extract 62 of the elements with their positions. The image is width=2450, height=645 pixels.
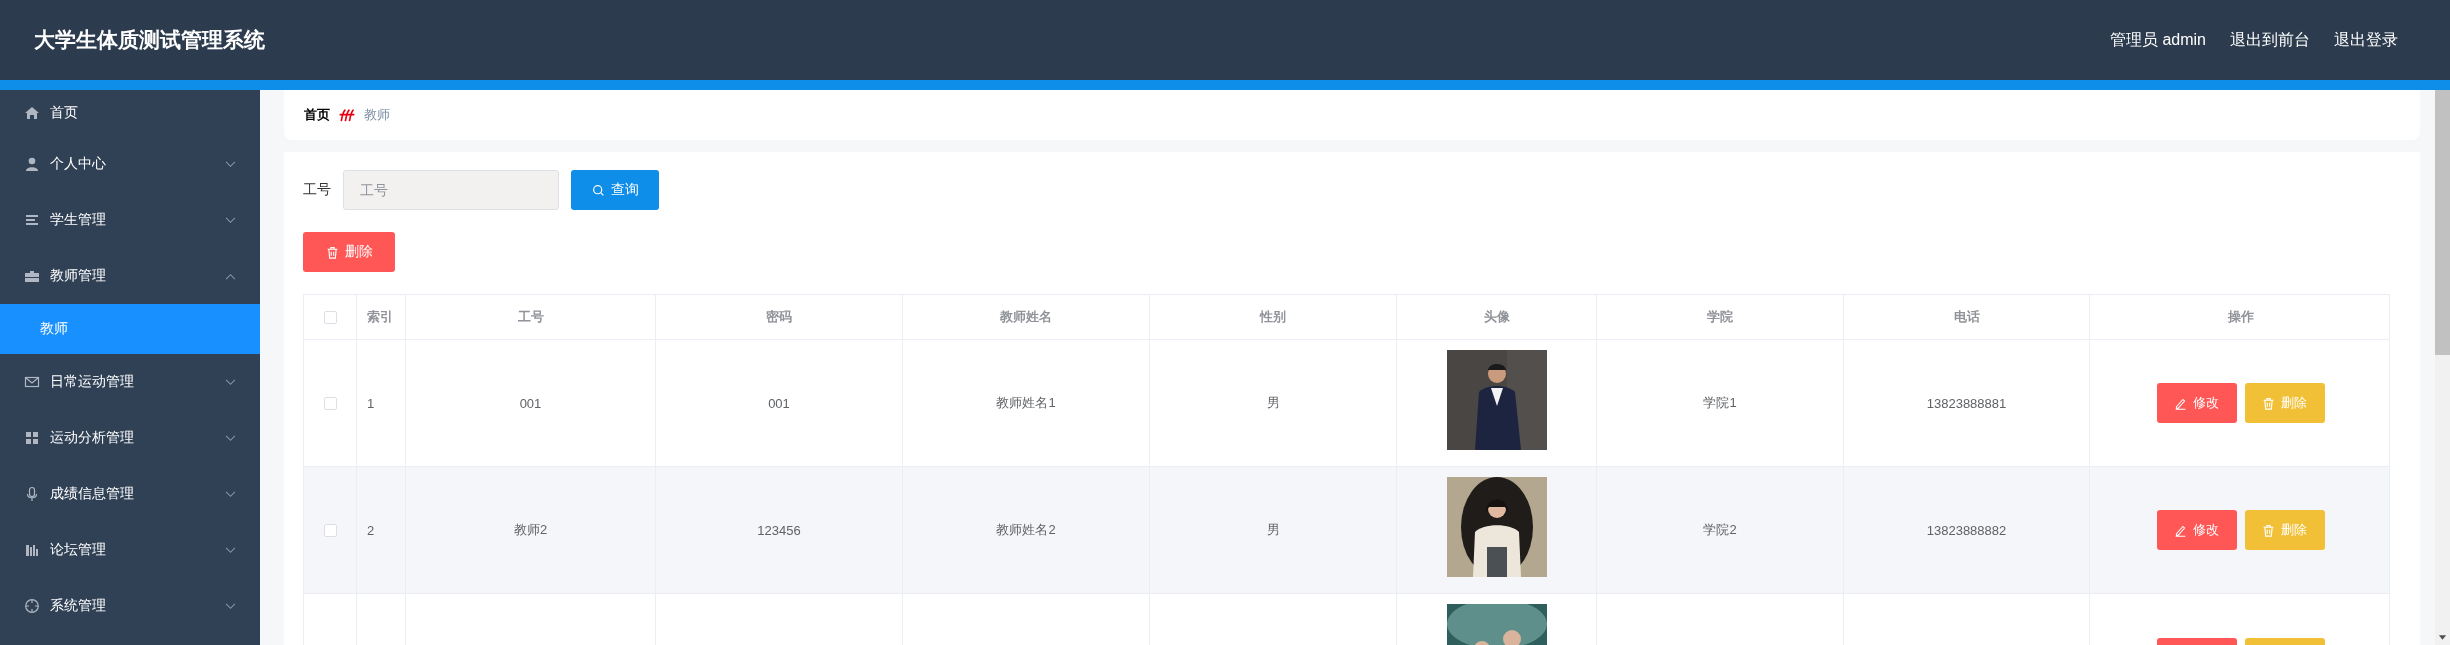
trash-icon	[2262, 523, 2275, 537]
table-cell: 13823888881	[1926, 395, 2007, 411]
header-link[interactable]: 管理员 admin	[2109, 29, 2206, 51]
crosshair-icon	[24, 598, 40, 614]
sidebar-item[interactable]: 系统管理	[0, 578, 260, 634]
table-cell: 1	[367, 395, 375, 411]
trash-icon	[325, 245, 339, 259]
home-icon	[24, 105, 40, 121]
column-header: 操作	[2227, 308, 2254, 326]
bars-icon	[24, 542, 40, 558]
table-cell: 学院1	[1703, 394, 1737, 412]
list-icon	[24, 212, 40, 228]
sidebar-item[interactable]: 运动分析管理	[0, 410, 260, 466]
grid-icon	[24, 430, 40, 446]
sidebar-item[interactable]: 个人中心	[0, 136, 260, 192]
search-icon	[591, 183, 605, 197]
column-header: 头像	[1483, 308, 1510, 326]
table-cell: 001	[768, 395, 790, 411]
breadcrumb-link[interactable]: 首页	[304, 106, 330, 124]
app-title: 大学生体质测试管理系统	[34, 27, 265, 53]
briefcase-icon	[24, 268, 40, 284]
pencil-icon	[2174, 523, 2187, 537]
sidebar-item[interactable]: 成绩信息管理	[0, 466, 260, 522]
sidebar-item[interactable]: 教师管理	[0, 248, 260, 304]
table-cell: 教师姓名2	[996, 521, 1056, 539]
separator-icon	[338, 107, 356, 123]
header-link[interactable]: 退出登录	[2334, 29, 2398, 51]
sidebar-item[interactable]: 学生管理	[0, 192, 260, 248]
column-header: 密码	[766, 308, 792, 326]
table-cell: 2	[367, 522, 375, 538]
search-label: 工号	[303, 181, 331, 199]
table-cell: 123456	[757, 522, 801, 538]
page-name: 教师	[364, 106, 390, 124]
column-header: 工号	[517, 308, 544, 326]
column-header: 电话	[1953, 308, 1980, 326]
column-header: 性别	[1260, 308, 1286, 326]
checkbox[interactable]	[323, 523, 337, 537]
microphone-icon	[24, 486, 40, 502]
column-header: 学院	[1707, 308, 1733, 326]
scrollbar-thumb[interactable]	[2435, 90, 2450, 355]
trash-icon	[2262, 396, 2275, 410]
table-cell: 男	[1266, 394, 1280, 412]
sidebar-item[interactable]: 首页	[0, 90, 260, 136]
sidebar-item[interactable]: 论坛管理	[0, 522, 260, 578]
pencil-icon	[2174, 396, 2187, 410]
table-cell: 001	[519, 395, 542, 411]
scrollbar[interactable]	[2435, 90, 2450, 645]
sidebar-item[interactable]: 日常运动管理	[0, 354, 260, 410]
table-cell: 学院2	[1703, 521, 1737, 539]
envelope-icon	[24, 374, 40, 390]
search-field[interactable]: 工号	[343, 170, 559, 210]
column-header: 教师姓名	[1000, 308, 1052, 326]
table-cell: 男	[1266, 521, 1280, 539]
header-link[interactable]: 退出到前台	[2230, 29, 2310, 51]
column-header: 索引	[367, 308, 393, 326]
table-cell: 教师姓名1	[996, 394, 1056, 412]
table-cell: 13823888882	[1926, 522, 2007, 538]
scroll-down-icon[interactable]	[2438, 635, 2447, 641]
user-icon	[24, 156, 40, 172]
checkbox[interactable]	[323, 396, 337, 410]
checkbox[interactable]	[323, 310, 337, 324]
table-cell: 教师2	[513, 521, 548, 539]
